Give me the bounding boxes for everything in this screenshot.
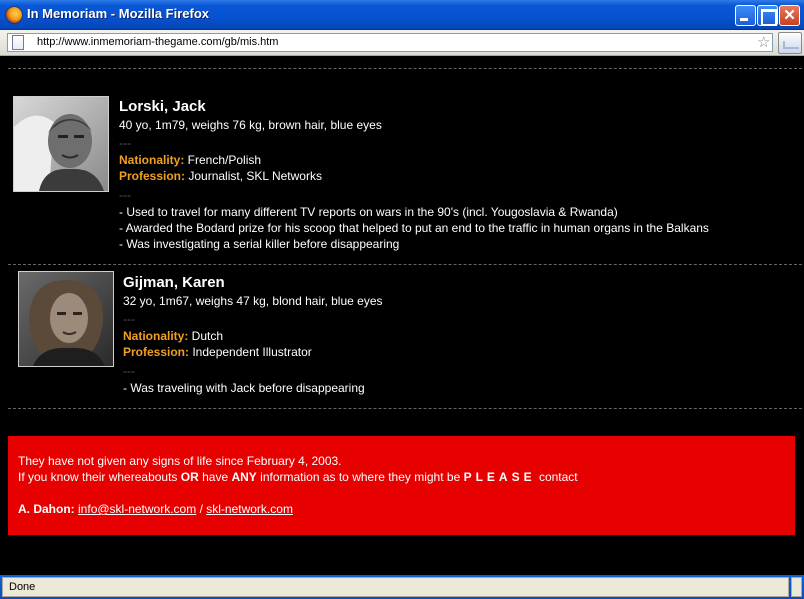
go-button[interactable] — [778, 32, 802, 54]
title-bar: In Memoriam - Mozilla Firefox ✕ — [0, 0, 804, 30]
window-title: In Memoriam - Mozilla Firefox — [27, 6, 210, 21]
notice-emphasis: ANY — [231, 470, 257, 484]
portrait-jack-lorski — [13, 96, 109, 192]
nationality-value: French/Polish — [184, 153, 262, 167]
notice-line-1: They have not given any signs of life si… — [18, 454, 342, 468]
notice-text: information as to where they might be — [256, 470, 464, 484]
separator: --- — [119, 188, 131, 202]
nationality-label: Nationality: — [123, 329, 189, 343]
profession-row: Profession: Journalist, SKL Networks — [119, 169, 322, 183]
nationality-value: Dutch — [188, 329, 224, 343]
profession-value: Journalist, SKL Networks — [185, 169, 322, 183]
person-details: 40 yo, 1m79, weighs 76 kg, brown hair, b… — [119, 118, 382, 132]
firefox-icon — [5, 6, 23, 24]
page-content: Lorski, Jack 40 yo, 1m79, weighs 76 kg, … — [0, 57, 804, 575]
notice-text: contact — [535, 470, 578, 484]
close-icon: ✕ — [783, 7, 796, 24]
nationality-label: Nationality: — [119, 153, 185, 167]
note-item: - Was investigating a serial killer befo… — [119, 237, 400, 251]
note-item: - Awarded the Bodard prize for his scoop… — [119, 221, 709, 235]
separator: --- — [119, 136, 131, 150]
maximize-icon — [758, 6, 777, 26]
status-panel: Done — [2, 577, 789, 597]
person-name: Lorski, Jack — [119, 98, 206, 115]
bookmark-star-icon[interactable]: ☆ — [757, 35, 770, 50]
status-cell — [791, 577, 802, 597]
divider — [8, 264, 802, 265]
email-link[interactable]: info@skl-network.com — [78, 502, 196, 516]
person-name: Gijman, Karen — [123, 274, 225, 291]
minimize-icon — [736, 6, 755, 25]
notice-please: PLEASE — [463, 470, 536, 484]
minimize-button[interactable] — [735, 5, 756, 26]
notice-line-2: If you know their whereabouts OR have AN… — [18, 470, 578, 484]
page-icon — [12, 35, 24, 50]
close-button[interactable]: ✕ — [779, 5, 800, 26]
portrait-karen-gijman — [18, 271, 114, 367]
profession-value: Independent Illustrator — [189, 345, 312, 359]
status-bar: Done — [0, 575, 804, 599]
url-input[interactable]: http://www.inmemoriam-thegame.com/gb/mis… — [7, 33, 773, 52]
person-details: 32 yo, 1m67, weighs 47 kg, blond hair, b… — [123, 294, 383, 308]
url-text: http://www.inmemoriam-thegame.com/gb/mis… — [37, 36, 279, 48]
nationality-row: Nationality: Dutch — [123, 329, 223, 343]
note-item: - Was traveling with Jack before disappe… — [123, 381, 365, 395]
profession-label: Profession: — [123, 345, 190, 359]
divider — [8, 68, 802, 69]
separator: --- — [123, 364, 135, 378]
notice-text: If you know their whereabouts — [18, 470, 181, 484]
link-separator: / — [196, 502, 207, 516]
contact-row: A. Dahon: info@skl-network.com / skl-net… — [18, 502, 293, 516]
divider — [8, 408, 802, 409]
note-item: - Used to travel for many different TV r… — [119, 205, 618, 219]
missing-notice: They have not given any signs of life si… — [8, 436, 795, 535]
website-link[interactable]: skl-network.com — [206, 502, 293, 516]
nationality-row: Nationality: French/Polish — [119, 153, 261, 167]
notice-emphasis: OR — [180, 470, 199, 484]
status-text: Done — [9, 581, 36, 593]
notice-text: have — [198, 470, 232, 484]
contact-name: A. Dahon: — [18, 502, 75, 516]
maximize-button[interactable] — [757, 5, 778, 26]
profession-label: Profession: — [119, 169, 186, 183]
profession-row: Profession: Independent Illustrator — [123, 345, 312, 359]
separator: --- — [123, 312, 135, 326]
